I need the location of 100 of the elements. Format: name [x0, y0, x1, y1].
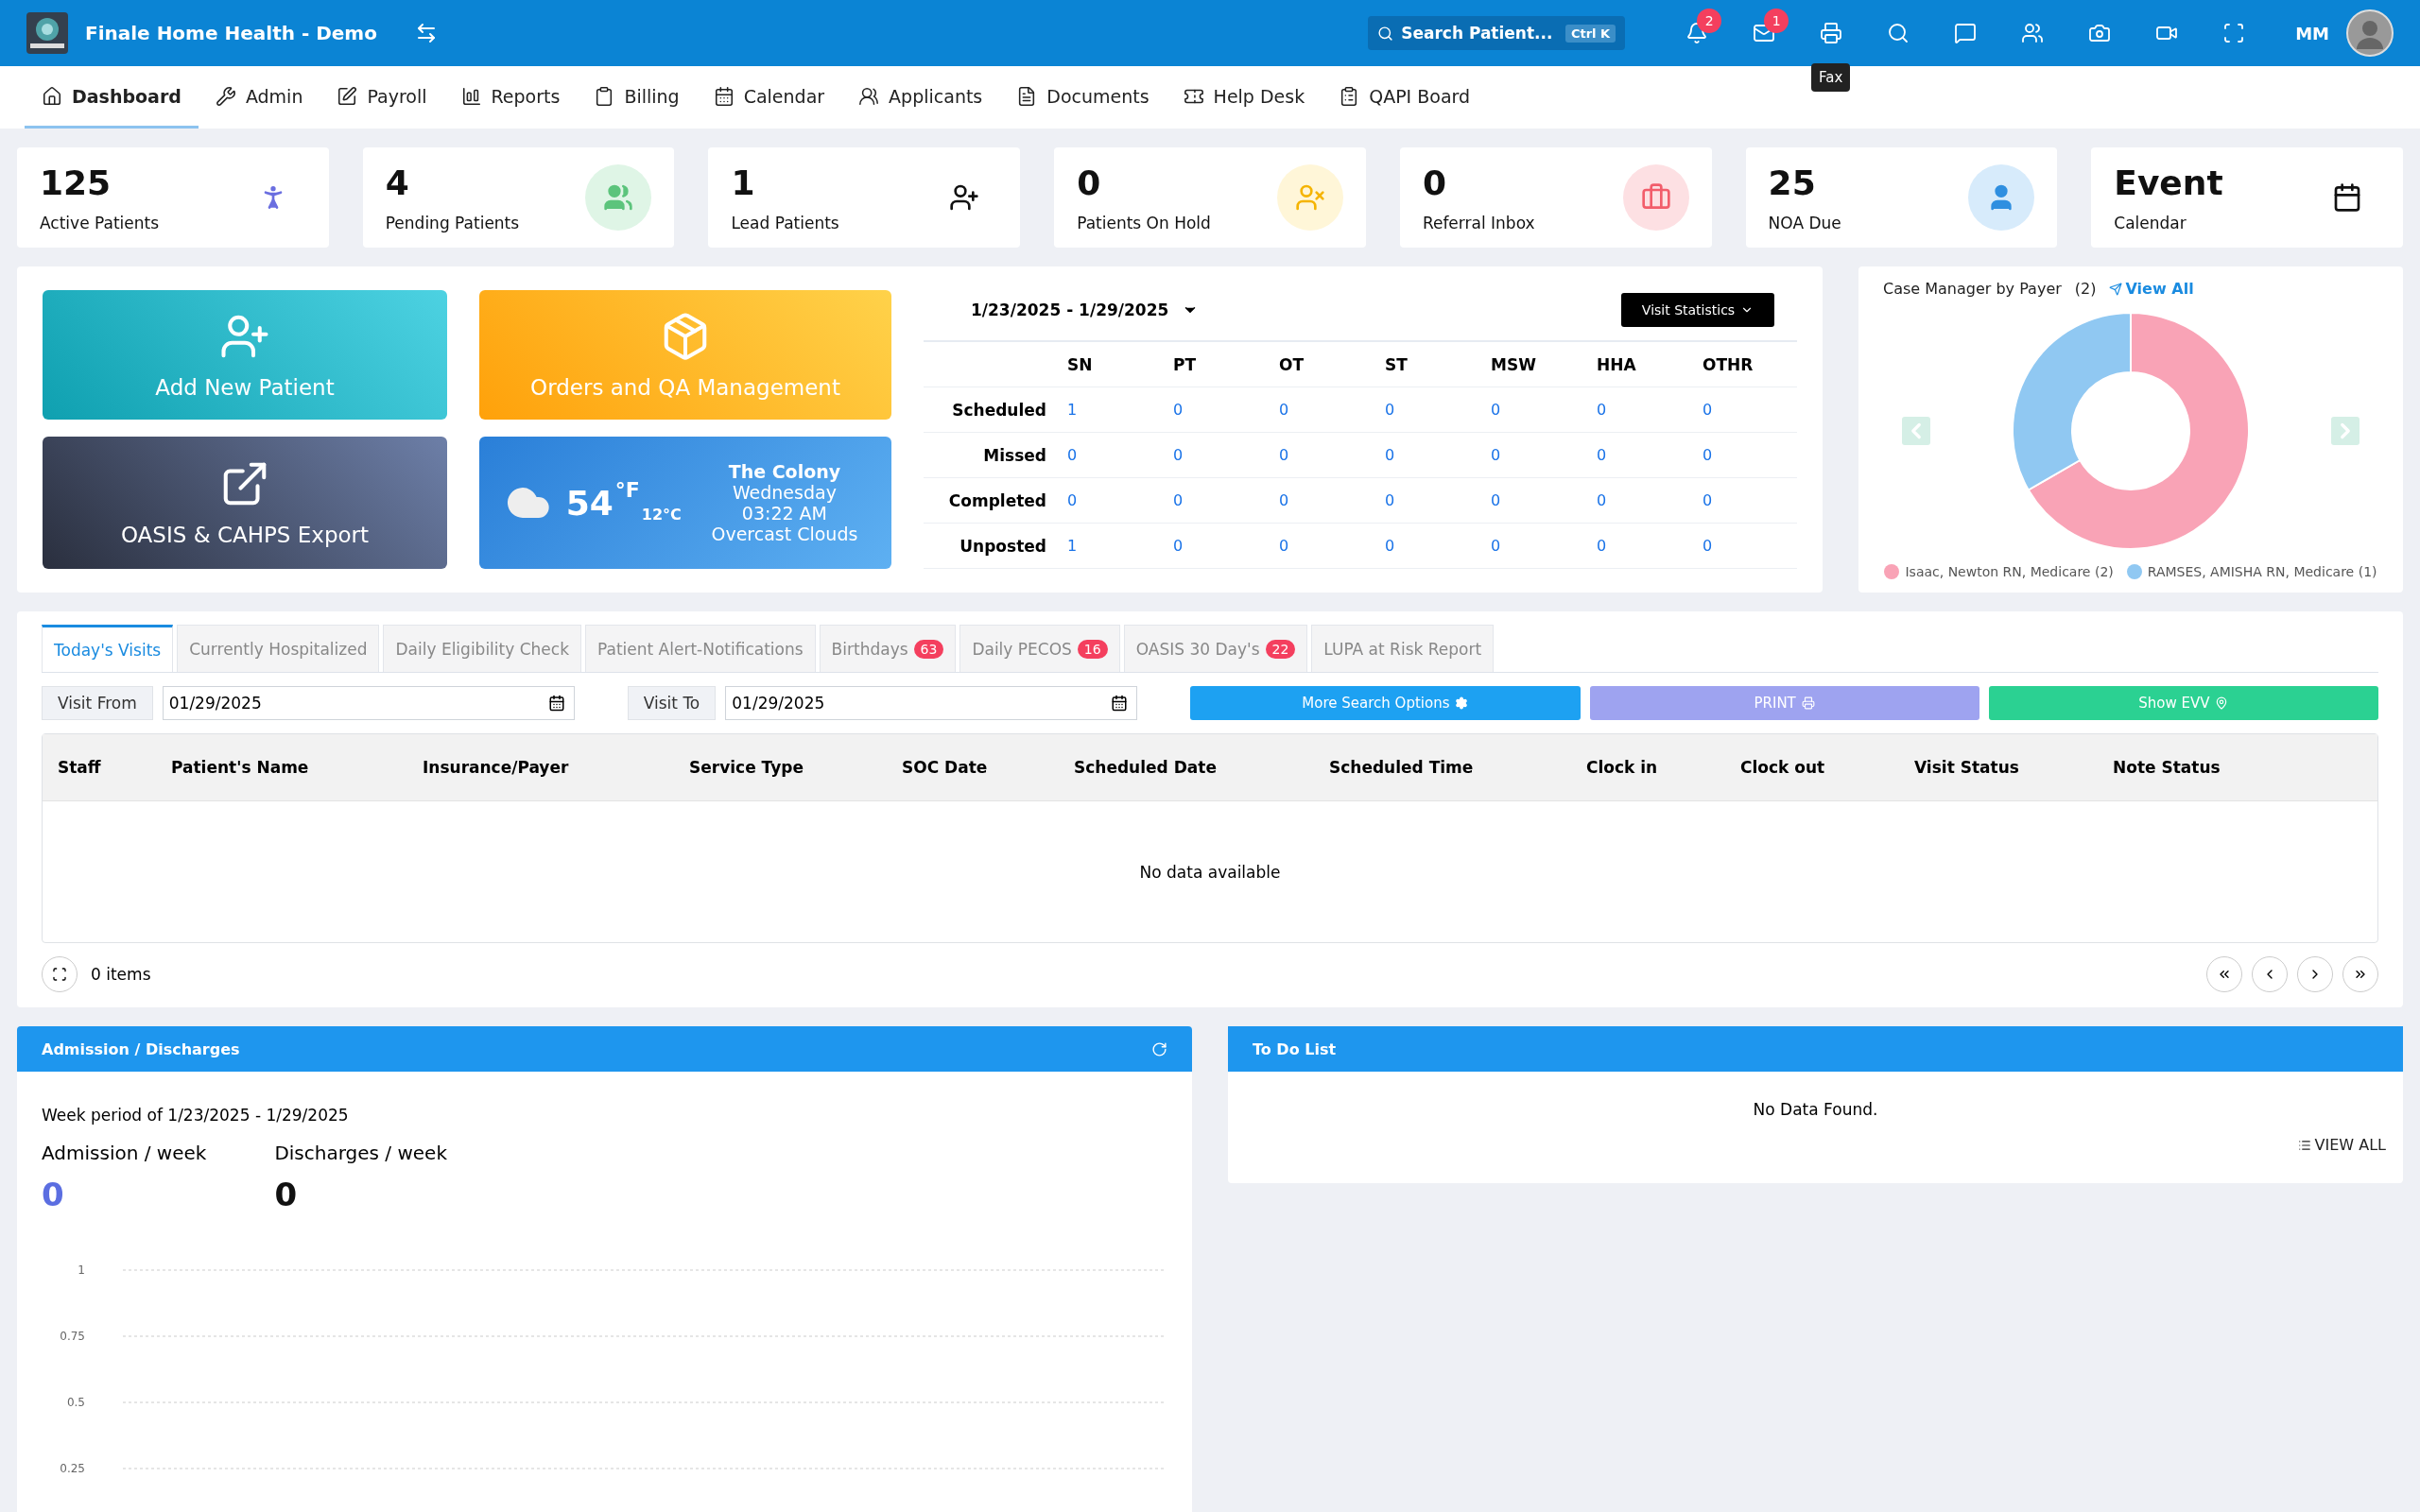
visit-tab[interactable]: Currently Hospitalized — [177, 625, 380, 672]
stat-count-link[interactable]: 0 — [1691, 446, 1797, 464]
calendar-icon[interactable] — [547, 695, 565, 712]
axis-tick-label: 0.75 — [60, 1330, 85, 1343]
print-icon[interactable] — [1819, 22, 1842, 44]
nav-tab[interactable]: Admin — [198, 66, 320, 129]
stat-count-link[interactable]: 0 — [1585, 446, 1691, 464]
stat-count-link[interactable]: 0 — [1479, 537, 1585, 555]
column-header: HHA — [1596, 354, 1637, 374]
search-icon[interactable] — [1886, 22, 1910, 44]
stat-count-link[interactable]: 0 — [1374, 401, 1479, 419]
nav-tab[interactable]: Applicants — [841, 66, 1000, 129]
row-label: Unposted — [959, 536, 1047, 556]
column-header: PT — [1172, 354, 1198, 374]
date-field[interactable]: 01/29/2025 — [725, 686, 1138, 720]
nav-tab[interactable]: Help Desk — [1166, 66, 1322, 129]
stat-card[interactable]: 0 Patients On Hold — [1054, 147, 1366, 248]
visit-tab[interactable]: LUPA at Risk Report — [1311, 625, 1495, 672]
camera-icon[interactable] — [2087, 22, 2111, 44]
user-initials: MM — [2295, 23, 2329, 43]
stat-count-link[interactable]: 0 — [1268, 537, 1374, 555]
stat-count-link[interactable]: 0 — [1585, 401, 1691, 419]
week-period: Week period of 1/23/2025 - 1/29/2025 — [42, 1106, 350, 1125]
nav-tab[interactable]: Calendar — [696, 66, 842, 129]
column-header: MSW — [1490, 354, 1537, 374]
field-label: Visit To — [627, 686, 717, 720]
legend-label: RAMSES, AMISHA RN, Medicare (1) — [2147, 564, 2377, 579]
stat-count-link[interactable]: 0 — [1268, 491, 1374, 509]
fullscreen-button[interactable] — [42, 956, 78, 992]
stat-card[interactable]: Event Calendar — [2091, 147, 2404, 248]
stat-count-link[interactable]: 0 — [1585, 491, 1691, 509]
view-all-link[interactable]: View All — [2109, 280, 2194, 298]
stat-count-link[interactable]: 0 — [1585, 537, 1691, 555]
first-page-button[interactable] — [2206, 956, 2242, 992]
view-all-link[interactable]: VIEW ALL — [2297, 1136, 2386, 1154]
stat-count-link[interactable]: 1 — [1056, 537, 1162, 555]
stat-count-link[interactable]: 0 — [1479, 401, 1585, 419]
stat-count-link[interactable]: 0 — [1374, 537, 1479, 555]
date-field[interactable]: 01/29/2025 — [162, 686, 575, 720]
stat-label: Calendar — [2114, 213, 2187, 232]
logo[interactable] — [26, 12, 68, 54]
search-button[interactable]: More Search Options — [1190, 686, 1581, 720]
stat-count-link[interactable]: 0 — [1162, 446, 1268, 464]
export-button[interactable]: OASIS & CAHPS Export — [43, 437, 447, 569]
visit-tab[interactable]: OASIS 30 Day's 22 — [1123, 625, 1308, 672]
chat-icon[interactable] — [1953, 22, 1977, 44]
fullscreen-icon[interactable] — [2221, 22, 2245, 44]
stat-value: 0 — [1077, 163, 1102, 202]
tooltip: Fax — [1811, 63, 1851, 92]
nav-tab[interactable]: Dashboard — [25, 66, 199, 129]
column-header: Patient's Name — [171, 758, 310, 777]
nav-tab[interactable]: QAPI Board — [1322, 66, 1488, 129]
metric-label: Discharges / week — [274, 1142, 447, 1164]
stat-count-link[interactable]: 0 — [1691, 401, 1797, 419]
search-patient-field[interactable]: Search Patient... Ctrl K — [1368, 16, 1626, 50]
metric-label: Admission / week — [42, 1142, 207, 1164]
visit-tab[interactable]: Daily Eligibility Check — [383, 625, 581, 672]
axis-tick-label: 0.25 — [60, 1462, 85, 1475]
stat-card[interactable]: 25 NOA Due — [1745, 147, 2058, 248]
stat-count-link[interactable]: 0 — [1691, 491, 1797, 509]
stat-count-link[interactable]: 0 — [1162, 537, 1268, 555]
avatar[interactable] — [2346, 9, 2394, 57]
stat-count-link[interactable]: 0 — [1268, 401, 1374, 419]
stat-count-link[interactable]: 0 — [1374, 446, 1479, 464]
stat-card[interactable]: 1 Lead Patients — [708, 147, 1021, 248]
visit-statistics-button[interactable]: Visit Statistics — [1621, 293, 1774, 327]
stat-count-link[interactable]: 0 — [1056, 491, 1162, 509]
stat-count-link[interactable]: 0 — [1479, 491, 1585, 509]
stat-count-link[interactable]: 0 — [1056, 446, 1162, 464]
stat-count-link[interactable]: 0 — [1162, 401, 1268, 419]
users-icon[interactable] — [2020, 22, 2044, 44]
stat-count-link[interactable]: 0 — [1162, 491, 1268, 509]
count-badge: 2 — [1697, 9, 1722, 33]
stat-label: Pending Patients — [385, 213, 520, 232]
stat-card[interactable]: 0 Referral Inbox — [1399, 147, 1712, 248]
stat-count-link[interactable]: 0 — [1374, 491, 1479, 509]
nav-tab[interactable]: Reports — [443, 66, 578, 129]
visit-tab[interactable]: Daily PECOS 16 — [959, 625, 1120, 672]
nav-tab[interactable]: Documents — [999, 66, 1167, 129]
stat-card[interactable]: 125 Active Patients — [17, 147, 329, 248]
nav-tab[interactable]: Payroll — [320, 66, 444, 129]
field-label: Visit From — [42, 686, 153, 720]
visit-tab[interactable]: Patient Alert-Notifications — [585, 625, 816, 672]
stat-count-link[interactable]: 0 — [1691, 537, 1797, 555]
stat-count-link[interactable]: 0 — [1479, 446, 1585, 464]
stat-count-link[interactable]: 1 — [1056, 401, 1162, 419]
group-icon — [858, 85, 880, 107]
refresh-icon[interactable] — [1151, 1040, 1167, 1057]
calendar-icon[interactable] — [1111, 695, 1129, 712]
visit-tab[interactable]: Birthdays 63 — [819, 625, 957, 672]
nav-tab[interactable]: Billing — [577, 66, 697, 129]
row-label: Completed — [947, 490, 1047, 510]
stat-card[interactable]: 4 Pending Patients — [362, 147, 675, 248]
add-patient-button[interactable]: Add New Patient — [43, 290, 447, 420]
visit-tab[interactable]: Today's Visits — [42, 625, 174, 672]
stat-value: Event — [2114, 163, 2223, 202]
stat-count-link[interactable]: 0 — [1268, 446, 1374, 464]
last-page-button[interactable] — [2342, 956, 2378, 992]
date-range[interactable]: 1/23/2025 - 1/29/2025 — [971, 301, 1169, 319]
stat-label: Active Patients — [40, 213, 160, 232]
